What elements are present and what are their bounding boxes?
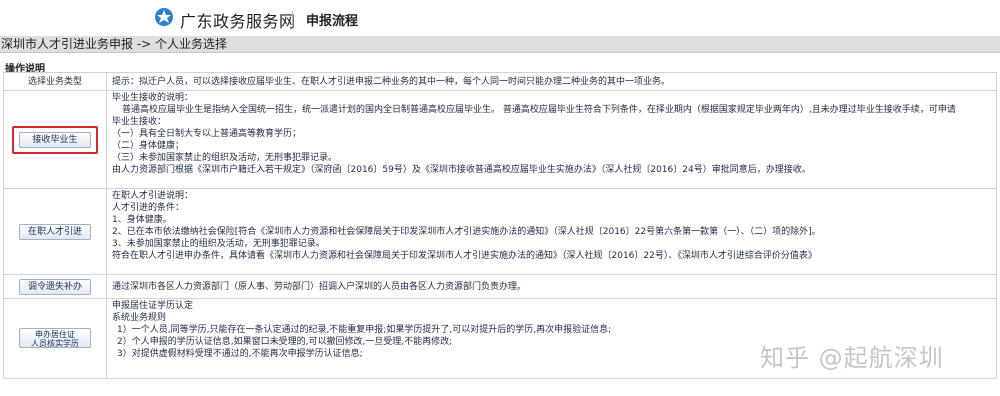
logo-icon [155,8,173,26]
lost-transfer-order-button[interactable]: 调令遗失补办 [19,278,91,295]
breadcrumb: 深圳市人才引进业务申报 -> 个人业务选择 [0,36,1000,53]
description-line: 1、身体健康。 [112,215,172,225]
graduate-button[interactable]: 接收毕业生 [19,131,91,148]
description-line: 人才引进的条件： [112,203,185,213]
description-line: 3、未参加国家禁止的组织及活动，无刑事犯罪记录。 [112,239,325,249]
description-line: 2、已在本市依法缴纳社会保险[符合《深圳市人力资源和社会保障局关于印发深圳市人才… [112,227,821,237]
business-type-table: 选择业务类型 提示：拟迁户人员，可以选择接收应届毕业生、在职人才引进申报二种业务… [3,72,997,379]
row-description: 毕业生接收的说明： 普通高校应届毕业生是指纳入全国统一招生，统一派遣计划的国内全… [106,90,997,189]
description-line: 1）一个人员,同等学历,只能存在一条认定通过的纪录,不能重复申报;如果学历提升了… [117,325,612,335]
site-header: 广东政务服务网 申报流程 [0,0,1000,36]
watermark: 知乎 @起航深圳 [760,344,944,372]
row-action-cell: 在职人才引进 [3,188,107,275]
header-divider [292,11,293,27]
page-title: 申报流程 [306,14,359,29]
button-label-line: 申办居住证 [35,329,75,339]
table-row: 在职人才引进 在职人才引进说明： 人才引进的条件： 1、身体健康。 2、已在本市… [3,188,997,275]
site-name[interactable]: 广东政务服务网 [180,8,296,32]
row-description: 通过深圳市各区人力资源部门（原人事、劳动部门）招调入户深圳的人员由各区人力资源部… [106,274,997,299]
header-cell-type: 选择业务类型 [3,72,107,91]
description-line: 在职人才引进说明： [112,191,194,201]
description-line: 普通高校应届毕业生是指纳入全国统一招生，统一派遣计划的国内全日制普通高校应届毕业… [122,105,956,115]
description-line: 符合在职人才引进申办条件，具体请看《深圳市人力资源和社会保障局关于印发深圳市人才… [112,251,817,261]
table-row: 调令遗失补办 通过深圳市各区人力资源部门（原人事、劳动部门）招调入户深圳的人员由… [3,274,997,299]
row-action-cell: 调令遗失补办 [3,274,107,299]
description-line: 毕业生接收： [112,117,167,127]
description-line: 通过深圳市各区人力资源部门（原人事、劳动部门）招调入户深圳的人员由各区人力资源部… [112,281,527,292]
highlight-box: 接收毕业生 [12,125,98,154]
description-line: （二）身体健康； [112,141,185,151]
description-line: （三）未参加国家禁止的组织及活动，无刑事犯罪记录。 [112,153,338,163]
description-line: 申报居住证学历认定 [112,301,194,311]
tip-text: 提示：拟迁户人员，可以选择接收应届毕业生、在职人才引进申报二种业务的其中一种，每… [112,76,671,87]
description-line: 由人力资源部门根据《深圳市户籍迁入若干规定》（深府函〔2016〕59号）及《深圳… [112,165,811,175]
breadcrumb-text: 深圳市人才引进业务申报 -> 个人业务选择 [1,37,228,51]
row-action-cell: 申办居住证 人员核实学历 [3,298,107,379]
button-label-line: 人员核实学历 [31,338,79,348]
table-header-row: 选择业务类型 提示：拟迁户人员，可以选择接收应届毕业生、在职人才引进申报二种业务… [3,72,997,91]
row-action-cell: 接收毕业生 [3,90,107,189]
header-cell-tip: 提示：拟迁户人员，可以选择接收应届毕业生、在职人才引进申报二种业务的其中一种，每… [106,72,997,91]
talent-introduction-button[interactable]: 在职人才引进 [19,223,91,240]
table-row: 接收毕业生 毕业生接收的说明： 普通高校应届毕业生是指纳入全国统一招生，统一派遣… [3,90,997,189]
description-line: （一）具有全日制大专以上普通高等教育学历； [112,129,302,139]
description-line: 系统业务规则 [112,313,167,323]
row-description: 在职人才引进说明： 人才引进的条件： 1、身体健康。 2、已在本市依法缴纳社会保… [106,188,997,275]
residence-education-verify-button[interactable]: 申办居住证 人员核实学历 [19,327,91,348]
description-line: 毕业生接收的说明： [112,93,194,103]
